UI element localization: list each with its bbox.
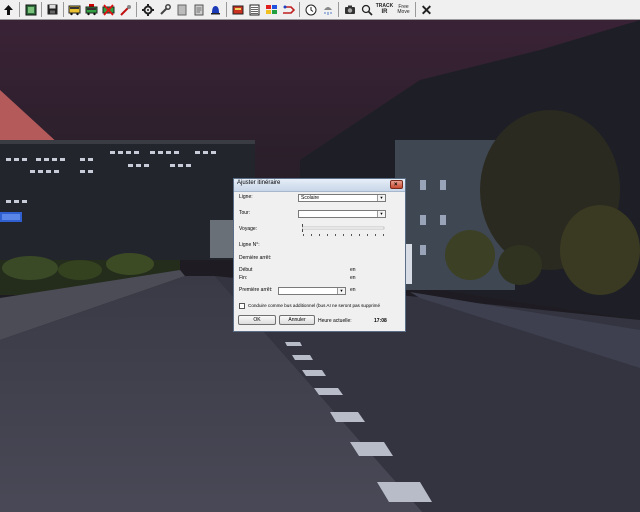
ok-button[interactable]: OK	[238, 315, 276, 325]
toolbar-separator	[136, 2, 137, 17]
fin-label: Fin:	[239, 275, 248, 281]
heure-label: Heure actuelle:	[318, 318, 352, 324]
track-ir-icon[interactable]: TRACK IR	[376, 2, 394, 17]
chevron-down-icon: ▼	[377, 211, 385, 217]
premiere-arret-label: Première arrêt:	[239, 287, 273, 293]
track-ir-line2: IR	[381, 9, 388, 15]
save-icon[interactable]	[45, 2, 60, 17]
chevron-down-icon: ▼	[337, 288, 345, 294]
derniere-arret-label: Dernière arrêt:	[239, 255, 272, 261]
up-arrow-icon[interactable]	[1, 2, 16, 17]
weather-icon[interactable]	[320, 2, 335, 17]
fin-en: en	[350, 275, 356, 281]
timetable-icon[interactable]	[247, 2, 262, 17]
additional-bus-checkbox[interactable]	[239, 303, 245, 309]
bus-delete-icon[interactable]	[101, 2, 116, 17]
ok-label: OK	[253, 317, 261, 323]
close-icon[interactable]: ✕	[419, 2, 434, 17]
close-icon: ×	[394, 182, 398, 188]
voyage-slider[interactable]	[301, 224, 386, 243]
bus-icon[interactable]	[67, 2, 82, 17]
tour-label: Tour:	[239, 210, 251, 216]
annuler-button[interactable]: Annuler	[279, 315, 315, 325]
toolbar-separator	[41, 2, 42, 17]
clock-icon[interactable]	[303, 2, 318, 17]
camera-icon[interactable]	[342, 2, 357, 17]
dialog-title: Ajuster itinéraire	[237, 180, 281, 186]
dialog-title-bar[interactable]: Ajuster itinéraire ×	[234, 179, 405, 192]
repair-icon[interactable]	[118, 2, 133, 17]
premiere-en: en	[350, 287, 356, 293]
debut-en: en	[350, 267, 356, 273]
ligne-select-value: Scolaire	[301, 195, 320, 201]
free-move-icon[interactable]: Free Move	[395, 2, 412, 17]
toolbar: TRACK IR Free Move ✕	[0, 0, 640, 20]
voyage-label: Voyage:	[239, 226, 258, 232]
page-icon[interactable]	[174, 2, 189, 17]
chevron-down-icon: ▼	[377, 195, 385, 201]
bus-colored-icon[interactable]	[264, 2, 279, 17]
toolbar-separator	[415, 2, 416, 17]
ligne-label: Ligne:	[239, 194, 253, 200]
document-icon[interactable]	[191, 2, 206, 17]
voyage-slider-track	[301, 224, 385, 236]
toolbar-separator	[338, 2, 339, 17]
flashing-light-icon[interactable]	[208, 2, 223, 17]
dialog-close-button[interactable]: ×	[390, 180, 403, 189]
tour-select[interactable]: ▼	[298, 210, 386, 218]
toolbar-separator	[19, 2, 20, 17]
zoom-icon[interactable]	[359, 2, 374, 17]
bus-new-icon[interactable]	[84, 2, 99, 17]
additional-bus-label: Conduire comme bus additionnel (bus AI n…	[248, 303, 381, 308]
map-icon[interactable]	[23, 2, 38, 17]
heure-value: 17:08	[374, 318, 387, 324]
toolbar-separator	[299, 2, 300, 17]
close-glyph: ✕	[420, 1, 433, 18]
ligne-no-label: Ligne N°:	[239, 242, 260, 248]
toolbar-separator	[63, 2, 64, 17]
toolbar-separator	[226, 2, 227, 17]
wrench-icon[interactable]	[157, 2, 172, 17]
premiere-arret-select[interactable]: ▼	[278, 287, 346, 295]
free-move-line2: Move	[397, 8, 410, 15]
annuler-label: Annuler	[288, 317, 306, 323]
schedule-book-icon[interactable]	[230, 2, 245, 17]
debut-label: Début	[239, 267, 253, 273]
settings-icon[interactable]	[140, 2, 155, 17]
route-icon[interactable]	[281, 2, 296, 17]
ligne-select[interactable]: Scolaire ▼	[298, 194, 386, 202]
